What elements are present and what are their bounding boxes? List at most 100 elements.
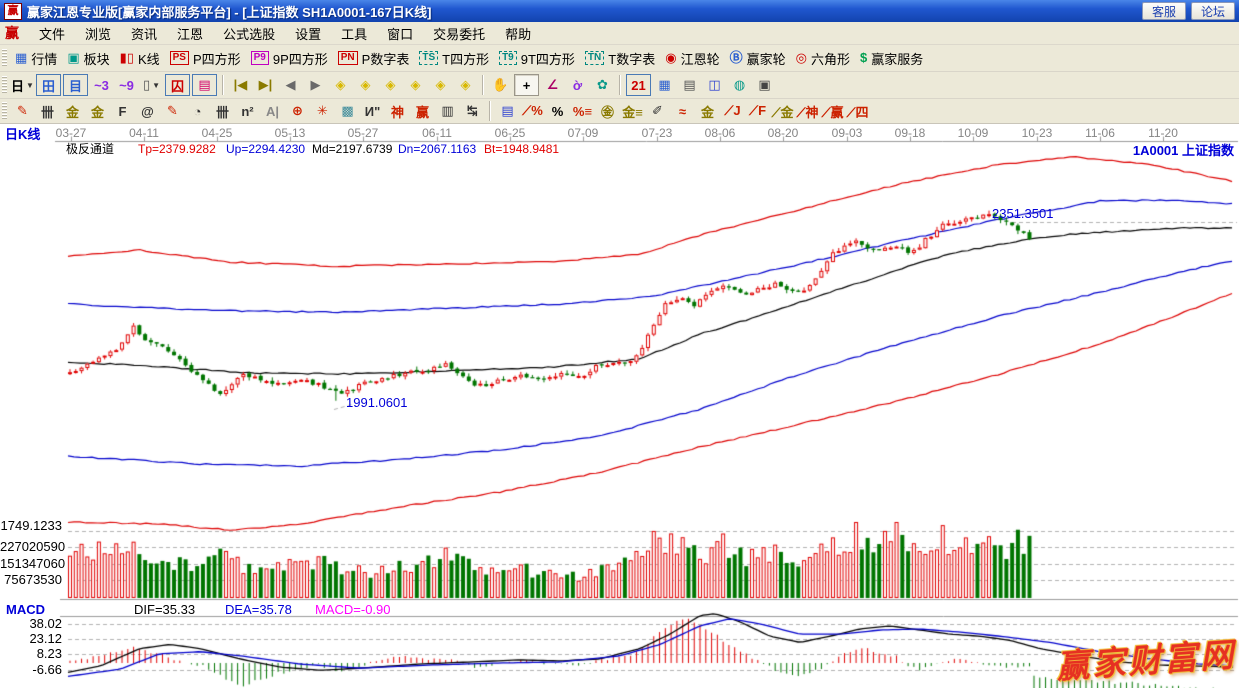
last-bar-button[interactable]: ▶| bbox=[254, 75, 277, 95]
p-number-table-button[interactable]: PN P数字表 bbox=[333, 47, 415, 70]
winner-wheel-button[interactable]: Ⓑ 赢家轮 bbox=[725, 47, 791, 70]
toolbar-grip[interactable] bbox=[2, 76, 7, 94]
t-number-table-icon: TN bbox=[584, 51, 605, 65]
info-list-icon[interactable]: 目 bbox=[63, 74, 88, 96]
menu-item-browse[interactable]: 浏览 bbox=[75, 25, 121, 44]
candle-style-selector[interactable]: ▯ ▼ bbox=[140, 75, 163, 95]
n-square-tool[interactable]: n² bbox=[236, 101, 259, 121]
gold-ruler-tool[interactable]: 金 bbox=[61, 101, 84, 121]
calendar-tool[interactable]: 21 bbox=[626, 74, 651, 96]
period-day-selector[interactable]: 日 ▼ bbox=[11, 75, 34, 95]
ying-ruler-tool[interactable]: 赢 bbox=[411, 101, 434, 121]
zoom-v-diamond[interactable]: ◈ bbox=[429, 75, 452, 95]
shen-angle-tool[interactable]: ⟋神 bbox=[796, 101, 819, 121]
menu-item-window[interactable]: 窗口 bbox=[377, 25, 423, 44]
menu-item-trade-order[interactable]: 交易委托 bbox=[423, 25, 495, 44]
menu-item-file[interactable]: 文件 bbox=[29, 25, 75, 44]
menu-item-tools[interactable]: 工具 bbox=[331, 25, 377, 44]
menu-item-settings[interactable]: 设置 bbox=[285, 25, 331, 44]
percent-slash-tool[interactable]: ⟋% bbox=[521, 101, 544, 121]
theme-icon[interactable]: 囚 bbox=[165, 74, 190, 96]
gold-circle-tool[interactable]: ㊎ bbox=[596, 101, 619, 121]
ruler2-tool[interactable]: 卌 bbox=[211, 101, 234, 121]
winner-service-button[interactable]: $ 赢家服务 bbox=[855, 47, 928, 70]
menu-item-formula-stock-pick[interactable]: 公式选股 bbox=[213, 25, 285, 44]
gann-wheel-button[interactable]: ◉ 江恩轮 bbox=[660, 47, 724, 70]
star-web-tool[interactable]: ✳ bbox=[311, 101, 334, 121]
ying-angle-tool[interactable]: ⟋赢 bbox=[821, 101, 844, 121]
hand-tool[interactable]: ✋ bbox=[489, 75, 512, 95]
line3-icon[interactable]: ~3 bbox=[90, 75, 113, 95]
f-ruler-tool[interactable]: F bbox=[111, 101, 134, 121]
gann-clock-tool[interactable]: ◔ bbox=[186, 101, 209, 121]
toolbar-separator bbox=[222, 75, 224, 95]
color-chart-icon[interactable]: ▤ bbox=[192, 74, 217, 96]
macd-axis-4: -6.66 bbox=[32, 662, 62, 677]
gold-ruler2-tool[interactable]: 金 bbox=[86, 101, 109, 121]
notes-tool[interactable]: ▤ bbox=[678, 75, 701, 95]
four-angle-tool[interactable]: ⟋四 bbox=[846, 101, 869, 121]
target-circle-tool[interactable]: ⊕ bbox=[286, 101, 309, 121]
angle-measure-tool[interactable]: ∠ bbox=[541, 75, 564, 95]
toolbar-grip[interactable] bbox=[2, 49, 7, 67]
percent-lines-tool[interactable]: %≡ bbox=[571, 101, 594, 121]
percent-tool[interactable]: % bbox=[546, 101, 569, 121]
percent-list-tool[interactable]: ▤ bbox=[496, 101, 519, 121]
forum-button[interactable]: 论坛 bbox=[1190, 2, 1235, 20]
gold-angle-tool[interactable]: ⟋金 bbox=[771, 101, 794, 121]
brush-tool[interactable]: ✐ bbox=[646, 101, 669, 121]
mirror-tool[interactable]: A| bbox=[261, 101, 284, 121]
gold-lines-tool[interactable]: 金≡ bbox=[621, 101, 644, 121]
t-number-table-button[interactable]: TN T数字表 bbox=[580, 47, 660, 70]
prev-bar-button[interactable]: ◀ bbox=[279, 75, 302, 95]
save-tool[interactable]: ◫ bbox=[703, 75, 726, 95]
j-angle-tool[interactable]: ⟋J bbox=[721, 101, 744, 121]
line9-icon[interactable]: ~9 bbox=[115, 75, 138, 95]
9t-square-button[interactable]: T9 9T四方形 bbox=[494, 47, 580, 70]
shen-ruler-tool[interactable]: 神 bbox=[386, 101, 409, 121]
menu-item-news[interactable]: 资讯 bbox=[121, 25, 167, 44]
ruler-tool[interactable]: 卌 bbox=[36, 101, 59, 121]
brain-tool[interactable]: ✿ bbox=[591, 75, 614, 95]
grid-123-tool[interactable]: ▥ bbox=[436, 101, 459, 121]
title-bar[interactable]: 赢 赢家江恩专业版[赢家内部服务平台] - [上证指数 SH1A0001-167… bbox=[0, 0, 1239, 22]
gold-box-tool[interactable]: 金 bbox=[696, 101, 719, 121]
zoom-in-diamond[interactable]: ◈ bbox=[404, 75, 427, 95]
width-arrow-tool[interactable]: ↹ bbox=[461, 101, 484, 121]
zoom-all-diamond[interactable]: ◈ bbox=[454, 75, 477, 95]
gann-frame-tool[interactable]: ờ bbox=[566, 75, 589, 95]
spiral-tool[interactable]: @ bbox=[136, 101, 159, 121]
scroll-left-diamond[interactable]: ◈ bbox=[329, 75, 352, 95]
web-mail-tool[interactable]: ◍ bbox=[728, 75, 751, 95]
chart-region: 日K线 03-27 04-11 04-25 05-13 05-27 06-11 06-25 0… bbox=[0, 124, 1239, 688]
calculator-tool[interactable]: ▦ bbox=[653, 75, 676, 95]
p-square-button[interactable]: PS P四方形 bbox=[165, 47, 246, 70]
first-bar-button[interactable]: |◀ bbox=[229, 75, 252, 95]
sectors-button[interactable]: ▣ 板块 bbox=[62, 47, 114, 70]
customer-service-button[interactable]: 客服 bbox=[1141, 2, 1186, 20]
date-tick-label: 08-06 bbox=[704, 126, 736, 140]
chart-net-icon[interactable]: 田 bbox=[36, 74, 61, 96]
menu-item-gann[interactable]: 江恩 bbox=[167, 25, 213, 44]
date-tick-label: 04-11 bbox=[129, 126, 159, 140]
scroll-right-diamond[interactable]: ◈ bbox=[354, 75, 377, 95]
menu-item-help[interactable]: 帮助 bbox=[495, 25, 541, 44]
next-bar-button[interactable]: ▶ bbox=[304, 75, 327, 95]
kline-button[interactable]: ▮▯ K线 bbox=[115, 47, 165, 70]
volume-axis-3: 75673530 bbox=[4, 572, 62, 587]
t-square-button[interactable]: TS T四方形 bbox=[414, 47, 494, 70]
hexagon-button[interactable]: ◎ 六角形 bbox=[791, 47, 855, 70]
angle-quote-tool[interactable]: И" bbox=[361, 101, 384, 121]
knife-ruler-tool[interactable]: ✎ bbox=[161, 101, 184, 121]
grid-web-tool[interactable]: ▩ bbox=[336, 101, 359, 121]
f-angle-tool[interactable]: ⟋F bbox=[746, 101, 769, 121]
gann-knife-tool[interactable]: ✎ bbox=[11, 101, 34, 121]
zoom-out-h-diamond[interactable]: ◈ bbox=[379, 75, 402, 95]
wave-tool[interactable]: ≈ bbox=[671, 101, 694, 121]
9p-square-button[interactable]: P9 9P四方形 bbox=[246, 47, 333, 70]
9p-square-icon: P9 bbox=[250, 51, 269, 65]
toolbar-grip[interactable] bbox=[2, 102, 7, 120]
computer-tool[interactable]: ▣ bbox=[753, 75, 776, 95]
quotes-button[interactable]: ▦ 行情 bbox=[10, 47, 62, 70]
crosshair-tool[interactable]: + bbox=[514, 74, 539, 96]
